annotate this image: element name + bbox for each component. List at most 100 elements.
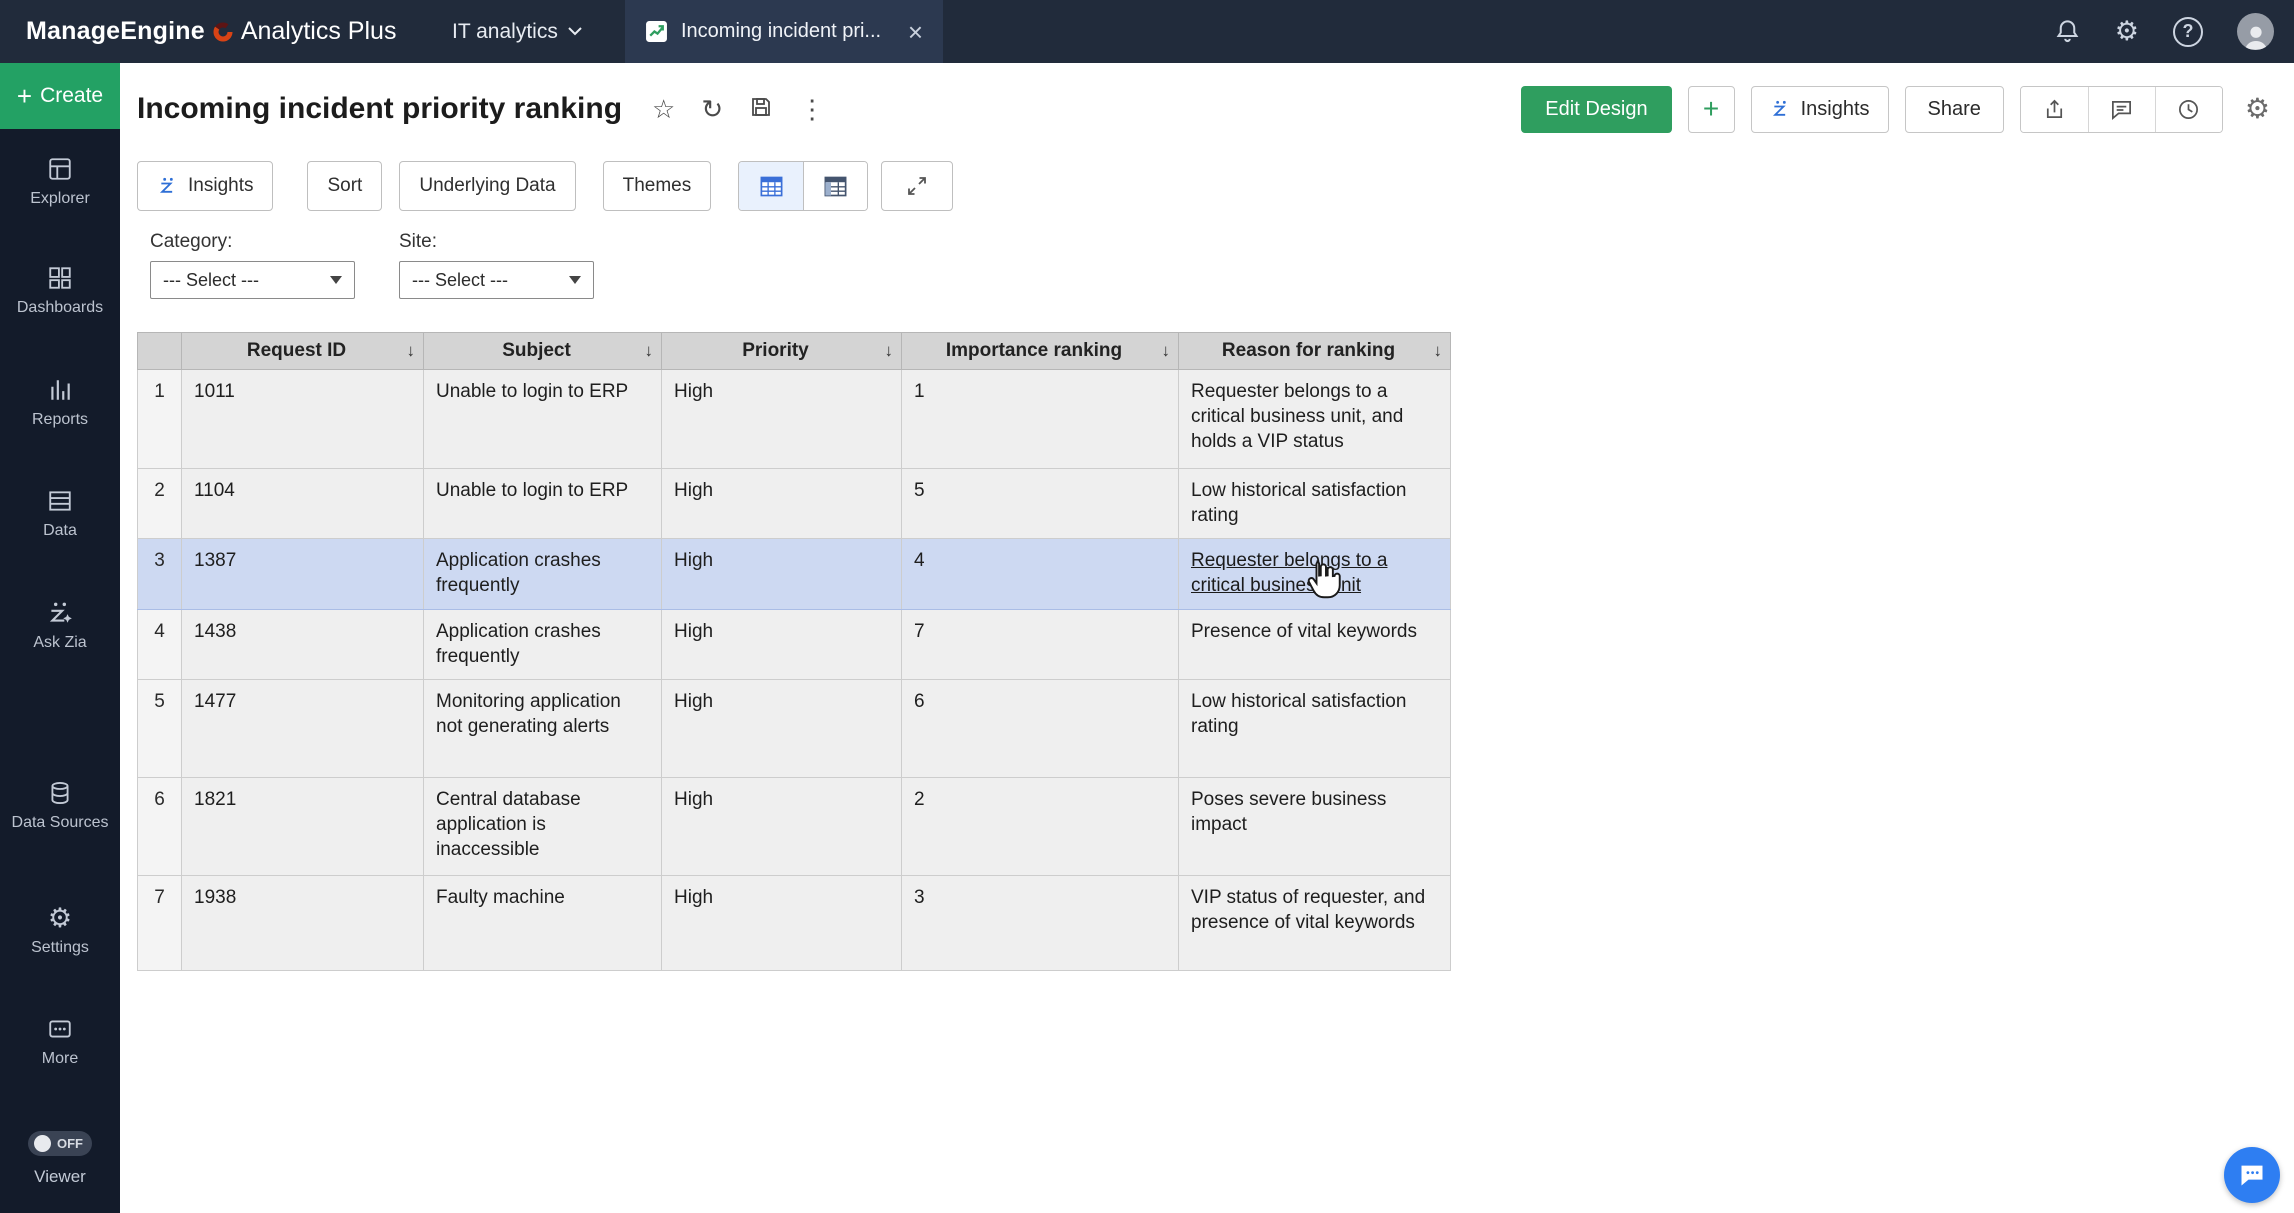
notifications-bell-icon[interactable] bbox=[2054, 18, 2081, 45]
data-sources-icon bbox=[0, 778, 120, 808]
column-header-priority[interactable]: Priority↓ bbox=[662, 333, 902, 370]
site-select[interactable]: --- Select --- bbox=[399, 261, 594, 299]
column-header-subject[interactable]: Subject↓ bbox=[424, 333, 662, 370]
table-row-selected[interactable]: 3 1387 Application crashes frequently Hi… bbox=[138, 539, 1451, 610]
table-row[interactable]: 6 1821 Central database application is i… bbox=[138, 778, 1451, 876]
kebab-menu-icon[interactable]: ⋮ bbox=[799, 96, 825, 122]
cell-reason: Requester belongs to a critical business… bbox=[1179, 370, 1451, 469]
sidebar-item-ask-zia[interactable]: Ask Zia bbox=[0, 598, 120, 652]
table-row[interactable]: 5 1477 Monitoring application not genera… bbox=[138, 680, 1451, 778]
sidebar-item-data[interactable]: Data bbox=[0, 486, 120, 540]
table-row[interactable]: 1 1011 Unable to login to ERP High 1 Req… bbox=[138, 370, 1451, 469]
share-button[interactable]: Share bbox=[1905, 86, 2004, 133]
edit-design-button[interactable]: Edit Design bbox=[1521, 86, 1671, 133]
comment-icon[interactable] bbox=[2088, 87, 2155, 132]
title-row: Incoming incident priority ranking ☆ ↻ ⋮… bbox=[137, 83, 2270, 135]
row-number: 3 bbox=[138, 539, 182, 610]
dashboards-icon bbox=[0, 263, 120, 293]
column-header-reason[interactable]: Reason for ranking↓ bbox=[1179, 333, 1451, 370]
cell-subject: Monitoring application not generating al… bbox=[424, 680, 662, 778]
cell-reason: Presence of vital keywords bbox=[1179, 610, 1451, 680]
user-avatar[interactable] bbox=[2237, 13, 2274, 50]
cell-request-id: 1821 bbox=[182, 778, 424, 876]
cell-priority: High bbox=[662, 778, 902, 876]
cell-importance: 7 bbox=[902, 610, 1179, 680]
toolbar-insights-button[interactable]: Insights bbox=[137, 161, 273, 211]
cell-reason: Requester belongs to a critical business… bbox=[1179, 539, 1451, 610]
brand-manageengine: ManageEngine bbox=[26, 17, 205, 46]
row-number: 5 bbox=[138, 680, 182, 778]
category-select[interactable]: --- Select --- bbox=[150, 261, 355, 299]
explorer-icon bbox=[0, 154, 120, 184]
sidebar-item-explorer[interactable]: Explorer bbox=[0, 154, 120, 208]
create-button[interactable]: + Create bbox=[0, 63, 120, 129]
insights-button[interactable]: Insights bbox=[1751, 86, 1889, 133]
sidebar-item-data-sources[interactable]: Data Sources bbox=[0, 778, 120, 832]
sort-icon[interactable]: ↓ bbox=[407, 341, 416, 361]
pivot-view-icon[interactable] bbox=[803, 162, 867, 210]
ask-zia-icon bbox=[0, 598, 120, 628]
row-number: 6 bbox=[138, 778, 182, 876]
site-select-value: --- Select --- bbox=[412, 270, 569, 291]
manageengine-logo-icon bbox=[212, 21, 234, 43]
table-header: Request ID↓ Subject↓ Priority↓ Importanc… bbox=[138, 333, 1451, 370]
resize-icon bbox=[905, 174, 929, 198]
sidebar-item-dashboards[interactable]: Dashboards bbox=[0, 263, 120, 317]
chevron-down-icon bbox=[568, 27, 582, 36]
viewer-toggle-wrap: OFF bbox=[0, 1131, 120, 1156]
cell-priority: High bbox=[662, 370, 902, 469]
ranking-table: Request ID↓ Subject↓ Priority↓ Importanc… bbox=[137, 332, 1451, 971]
sidebar-item-more[interactable]: More bbox=[0, 1014, 120, 1068]
cell-subject: Faulty machine bbox=[424, 876, 662, 971]
table-view-icon[interactable] bbox=[739, 162, 803, 210]
view-toolbar: Insights Sort Underlying Data Themes bbox=[137, 161, 953, 211]
sort-icon[interactable]: ↓ bbox=[645, 341, 654, 361]
sort-icon[interactable]: ↓ bbox=[1434, 341, 1443, 361]
column-header-request-id[interactable]: Request ID↓ bbox=[182, 333, 424, 370]
table-row[interactable]: 7 1938 Faulty machine High 3 VIP status … bbox=[138, 876, 1451, 971]
chevron-down-icon bbox=[330, 276, 342, 284]
category-select-value: --- Select --- bbox=[163, 270, 330, 291]
chevron-down-icon bbox=[569, 276, 581, 284]
save-icon[interactable] bbox=[749, 95, 773, 123]
admin-gear-icon[interactable]: ⚙ bbox=[2115, 18, 2139, 45]
zia-icon bbox=[157, 176, 179, 196]
sidebar: + Create Explorer Dashboards Reports Dat… bbox=[0, 63, 120, 1213]
cell-request-id: 1104 bbox=[182, 469, 424, 539]
tab-close-icon[interactable]: × bbox=[908, 19, 923, 45]
chat-fab-button[interactable] bbox=[2224, 1147, 2280, 1203]
table-row[interactable]: 4 1438 Application crashes frequently Hi… bbox=[138, 610, 1451, 680]
header-icon-group bbox=[2020, 86, 2223, 133]
workspace-selector[interactable]: IT analytics bbox=[452, 0, 582, 63]
sort-icon[interactable]: ↓ bbox=[885, 341, 894, 361]
fit-to-screen-button[interactable] bbox=[881, 161, 953, 211]
site-filter-label: Site: bbox=[399, 231, 594, 253]
favorite-star-icon[interactable]: ☆ bbox=[652, 96, 675, 122]
sort-icon[interactable]: ↓ bbox=[1162, 341, 1171, 361]
view-mode-switch bbox=[738, 161, 868, 211]
sort-button[interactable]: Sort bbox=[307, 161, 382, 211]
cell-reason: Low historical satisfaction rating bbox=[1179, 469, 1451, 539]
report-settings-gear-icon[interactable]: ⚙ bbox=[2245, 95, 2270, 123]
add-button[interactable]: + bbox=[1688, 86, 1735, 133]
help-icon[interactable]: ? bbox=[2173, 17, 2203, 47]
sidebar-item-label: Ask Zia bbox=[0, 634, 120, 652]
cell-request-id: 1438 bbox=[182, 610, 424, 680]
sidebar-item-settings[interactable]: ⚙ Settings bbox=[0, 903, 120, 957]
history-clock-icon[interactable] bbox=[2155, 87, 2222, 132]
tab-title: Incoming incident pri... bbox=[681, 20, 895, 43]
table-row[interactable]: 2 1104 Unable to login to ERP High 5 Low… bbox=[138, 469, 1451, 539]
refresh-icon[interactable]: ↻ bbox=[701, 96, 723, 122]
cell-subject: Application crashes frequently bbox=[424, 610, 662, 680]
cell-priority: High bbox=[662, 610, 902, 680]
viewer-mode-toggle[interactable]: OFF bbox=[28, 1131, 92, 1156]
table-body: 1 1011 Unable to login to ERP High 1 Req… bbox=[138, 370, 1451, 971]
reason-link[interactable]: Requester belongs to a critical business… bbox=[1191, 550, 1387, 596]
underlying-data-button[interactable]: Underlying Data bbox=[399, 161, 575, 211]
export-icon[interactable] bbox=[2021, 87, 2088, 132]
report-tab[interactable]: Incoming incident pri... × bbox=[625, 0, 943, 63]
themes-button[interactable]: Themes bbox=[603, 161, 712, 211]
cell-request-id: 1387 bbox=[182, 539, 424, 610]
column-header-importance[interactable]: Importance ranking↓ bbox=[902, 333, 1179, 370]
sidebar-item-reports[interactable]: Reports bbox=[0, 375, 120, 429]
